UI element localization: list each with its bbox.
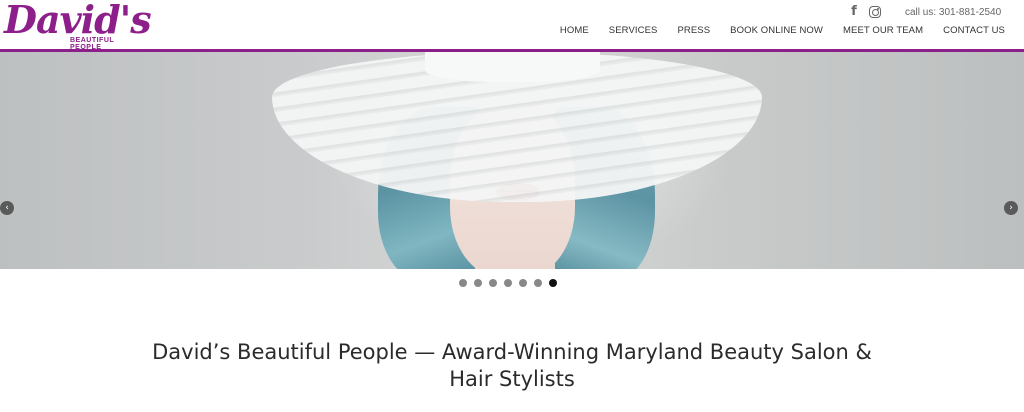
main-nav: HOME SERVICES PRESS BOOK ONLINE NOW MEET… [540,25,1005,36]
logo[interactable]: David's BEAUTIFUL PEOPLE [4,0,152,51]
nav-press[interactable]: PRESS [677,25,710,36]
chevron-right-icon[interactable]: › [1004,201,1018,215]
nav-home[interactable]: HOME [560,25,589,36]
hero-image-hat-crown [425,52,600,82]
slider-dots [459,279,557,287]
nav-services[interactable]: SERVICES [609,25,658,36]
social-links: f [847,5,881,19]
slider-dot-6[interactable] [534,279,542,287]
slider-dot-7[interactable] [549,279,557,287]
site-header: David's BEAUTIFUL PEOPLE f call us: 301-… [0,0,1024,51]
slider-dot-3[interactable] [489,279,497,287]
slider-dot-5[interactable] [519,279,527,287]
facebook-icon[interactable]: f [847,5,861,19]
page-headline: David’s Beautiful People — Award-Winning… [0,339,1024,393]
slider-dot-1[interactable] [459,279,467,287]
hero-slider: ‹ › [0,52,1024,269]
headline-line-1: David’s Beautiful People — Award-Winning… [152,340,872,364]
slider-dot-4[interactable] [504,279,512,287]
nav-book-online[interactable]: BOOK ONLINE NOW [730,25,823,36]
chevron-left-icon[interactable]: ‹ [0,201,14,215]
instagram-icon[interactable] [869,6,881,18]
nav-meet-our-team[interactable]: MEET OUR TEAM [843,25,923,36]
slider-dot-2[interactable] [474,279,482,287]
nav-contact-us[interactable]: CONTACT US [943,25,1005,36]
phone-number[interactable]: call us: 301-881-2540 [905,7,1001,18]
headline-line-2: Hair Stylists [449,367,575,391]
